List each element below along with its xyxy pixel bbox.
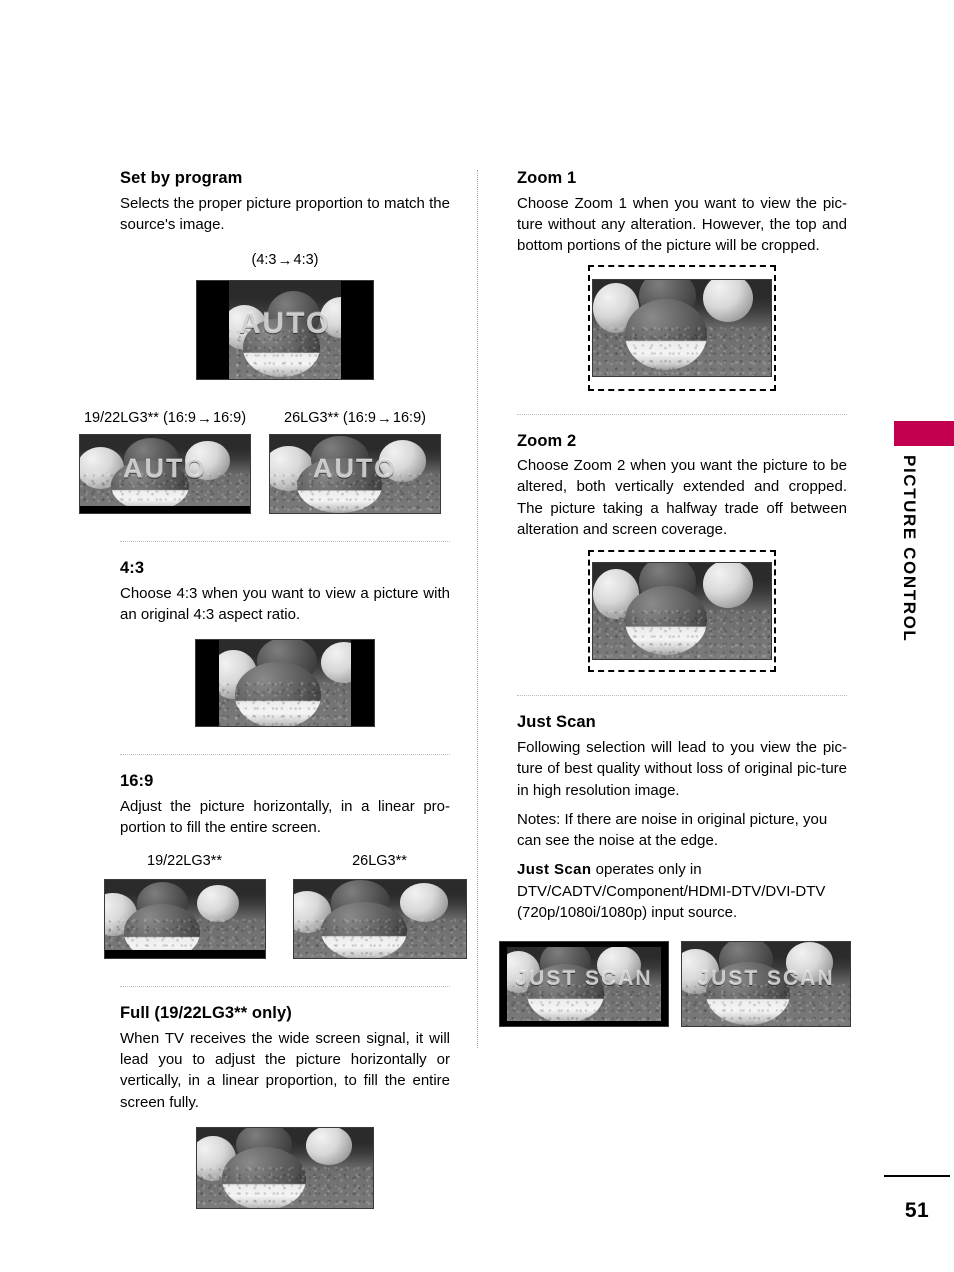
pillarbox-right [350, 640, 374, 727]
document-page: Set by program Selects the proper pictur… [0, 0, 954, 1272]
column-divider [477, 170, 478, 1048]
arrow-right-icon: → [277, 252, 293, 270]
section-body-full: When TV receives the wide screen signal,… [120, 1029, 450, 1111]
arrow-right-icon: → [197, 410, 212, 428]
page-number-rule [884, 1175, 950, 1177]
figure-caption-set-by-program-43: (4:3→4:3) [120, 251, 450, 270]
arrow-right-icon: → [376, 410, 392, 428]
section-body-just-scan-sources: Just Scan operates only in DTV/CADTV/Com… [517, 859, 847, 923]
caption-suffix: 4:3) [293, 252, 319, 269]
caption-suffix: 16:9) [213, 410, 247, 427]
section-body-zoom-2: Choose Zoom 2 when you want the picture … [517, 457, 847, 539]
right-column: Zoom 1 Choose Zoom 1 when you want to vi… [499, 168, 851, 1032]
section-title-just-scan: Just Scan [517, 713, 596, 732]
section-title-full: Full (19/22LG3** only) [120, 1004, 292, 1023]
caption-prefix: 26LG3** (16:9 [284, 410, 376, 427]
caption-suffix: 16:9) [392, 410, 426, 427]
section-title-sixteen-nine: 16:9 [120, 772, 154, 791]
figure-set-by-program-1922: AUTO [79, 433, 251, 514]
running-head-picture-control: PICTURE CONTROL [900, 455, 919, 643]
figure-zoom-2 [592, 562, 772, 661]
figure-just-scan-left: JUST SCAN [499, 941, 669, 1028]
pillarbox-left [197, 281, 229, 380]
pillarbox-left [196, 640, 220, 727]
figure-zoom-2-wrapper [588, 550, 776, 673]
section-title-zoom-2: Zoom 2 [517, 431, 577, 450]
section-separator [120, 986, 450, 988]
caption-prefix: 19/22LG3** (16:9 [83, 410, 196, 427]
section-body-just-scan-1: Following selection will lead to you vie… [517, 738, 847, 799]
figure-set-by-program-26: AUTO [269, 433, 441, 514]
section-title-four-three: 4:3 [120, 558, 145, 577]
figure-zoom-1 [592, 278, 772, 377]
section-body-sixteen-nine: Adjust the picture horizontally, in a li… [120, 797, 450, 837]
section-body-set-by-program: Selects the proper picture proportion to… [120, 194, 450, 233]
just-scan-emphasis: Just Scan [517, 861, 592, 879]
section-body-four-three: Choose 4:3 when you want to view a pictu… [120, 584, 450, 623]
section-separator [120, 540, 450, 542]
figure-caption-set-by-program-1922: 19/22LG3** (16:9→16:9) [70, 409, 260, 428]
figure-zoom-1-wrapper [588, 264, 776, 391]
figure-four-three [195, 639, 375, 728]
caption-prefix: (4:3 [251, 252, 277, 269]
figure-sixteen-nine-1922 [103, 879, 266, 960]
figure-caption-set-by-program-26: 26LG3** (16:9→16:9) [260, 409, 450, 428]
page-number: 51 [904, 1199, 930, 1222]
section-separator [517, 413, 847, 415]
section-body-just-scan-note: Notes: If there are noise in original pi… [517, 810, 828, 850]
figure-caption-sixteen-nine-1922: 19/22LG3** [147, 853, 222, 870]
section-separator [120, 754, 450, 756]
chapter-tab-marker [894, 421, 954, 446]
section-body-zoom-1: Choose Zoom 1 when you want to view the … [517, 194, 847, 255]
figure-set-by-program-43: AUTO [196, 280, 374, 381]
section-title-set-by-program: Set by program [120, 169, 243, 187]
section-title-zoom-1: Zoom 1 [517, 169, 577, 187]
left-column: Set by program Selects the proper pictur… [79, 168, 467, 1214]
section-separator [517, 695, 847, 697]
figure-full [196, 1127, 374, 1209]
figure-sixteen-nine-26 [292, 879, 467, 960]
figure-caption-sixteen-nine-26: 26LG3** [352, 853, 407, 870]
pillarbox-right [341, 281, 373, 380]
figure-just-scan-right: JUST SCAN [681, 941, 851, 1028]
